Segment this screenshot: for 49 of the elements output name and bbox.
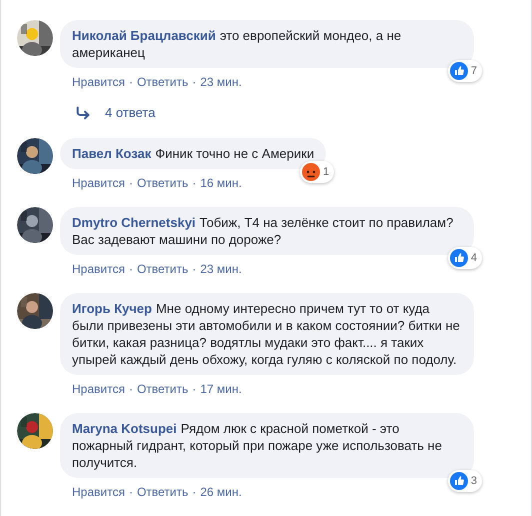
comment-action-link[interactable]: Нравится <box>72 380 125 398</box>
comment-action-link[interactable]: Ответить <box>136 483 188 501</box>
reaction-count[interactable]: 1 <box>300 161 334 183</box>
comment-text: Maryna Kotsupei Рядом люк с красной пометкой - это пожарный гидрант, который при пожаре уже использовать не получится. <box>72 420 443 471</box>
reaction-number: 1 <box>322 164 330 180</box>
reaction-count[interactable]: 4 <box>448 247 482 269</box>
comment-text: Dmytro Chernetskyi Тобиж, Т4 на зелёнке стоит по правилам? Вас задевают машини по дороже? <box>72 214 454 248</box>
replies-link[interactable]: 4 ответа <box>105 103 156 123</box>
reaction-number: 4 <box>470 250 477 266</box>
comment-time[interactable]: 23 мин. <box>200 73 242 91</box>
comment-action-link[interactable]: Ответить <box>136 174 188 192</box>
comment-action-link[interactable]: Нравится <box>72 174 125 192</box>
comment-text: Павел Козак Финик точно не с Америки <box>72 145 314 162</box>
thumbs-up-icon <box>450 472 468 490</box>
comment-action-link[interactable]: Нравится <box>72 260 125 278</box>
separator-dot: · <box>192 484 196 501</box>
comment-action-link[interactable]: Ответить <box>136 260 188 278</box>
separator-dot: · <box>128 175 133 192</box>
comment-time[interactable]: 26 мин. <box>200 483 242 501</box>
comment-text: Игорь Кучер Мне одному интересно причем тут то от куда были привезены эти автомобили и в каком состоянии? битки не битки, какая разница? водятлы мудаки это факт.... я таких упырей каждый день обхожу, когда гуляю с коляской по подолу. <box>72 300 461 368</box>
separator-dot: · <box>192 381 196 398</box>
reaction-number: 3 <box>470 474 477 489</box>
author-link[interactable]: Павел Козак <box>72 146 152 161</box>
comment-action-link[interactable]: Нравится <box>72 483 125 501</box>
author-link[interactable]: Николай Брацлавский <box>72 28 216 43</box>
reaction-count[interactable]: 7 <box>448 60 482 82</box>
separator-dot: · <box>192 175 196 192</box>
separator-dot: · <box>128 381 133 398</box>
angry-face-icon <box>302 163 320 181</box>
separator-dot: · <box>128 484 133 501</box>
comment-time[interactable]: 17 мин. <box>200 380 242 398</box>
author-link[interactable]: Игорь Кучер <box>72 301 152 316</box>
comment-action-link[interactable]: Ответить <box>136 73 188 91</box>
author-link[interactable]: Maryna Kotsupei <box>72 421 177 436</box>
reaction-number: 7 <box>470 64 477 79</box>
author-link[interactable]: Dmytro Chernetskyi <box>72 215 196 230</box>
comment-action-link[interactable]: Ответить <box>136 380 188 398</box>
thumbs-up-icon <box>450 249 468 267</box>
separator-dot: · <box>128 74 133 91</box>
separator-dot: · <box>192 261 196 278</box>
thumbs-up-icon <box>450 62 468 80</box>
separator-dot: · <box>128 261 133 278</box>
reaction-count[interactable]: 3 <box>448 470 482 492</box>
comment-action-link[interactable]: Нравится <box>72 73 125 91</box>
comment-text: Николай Брацлавский это европейский мондео, а не американец <box>72 27 402 61</box>
separator-dot: · <box>192 74 196 91</box>
comment-time[interactable]: 16 мин. <box>200 174 242 192</box>
comment-time[interactable]: 23 мин. <box>200 260 242 278</box>
reply-arrow-icon <box>75 105 91 121</box>
